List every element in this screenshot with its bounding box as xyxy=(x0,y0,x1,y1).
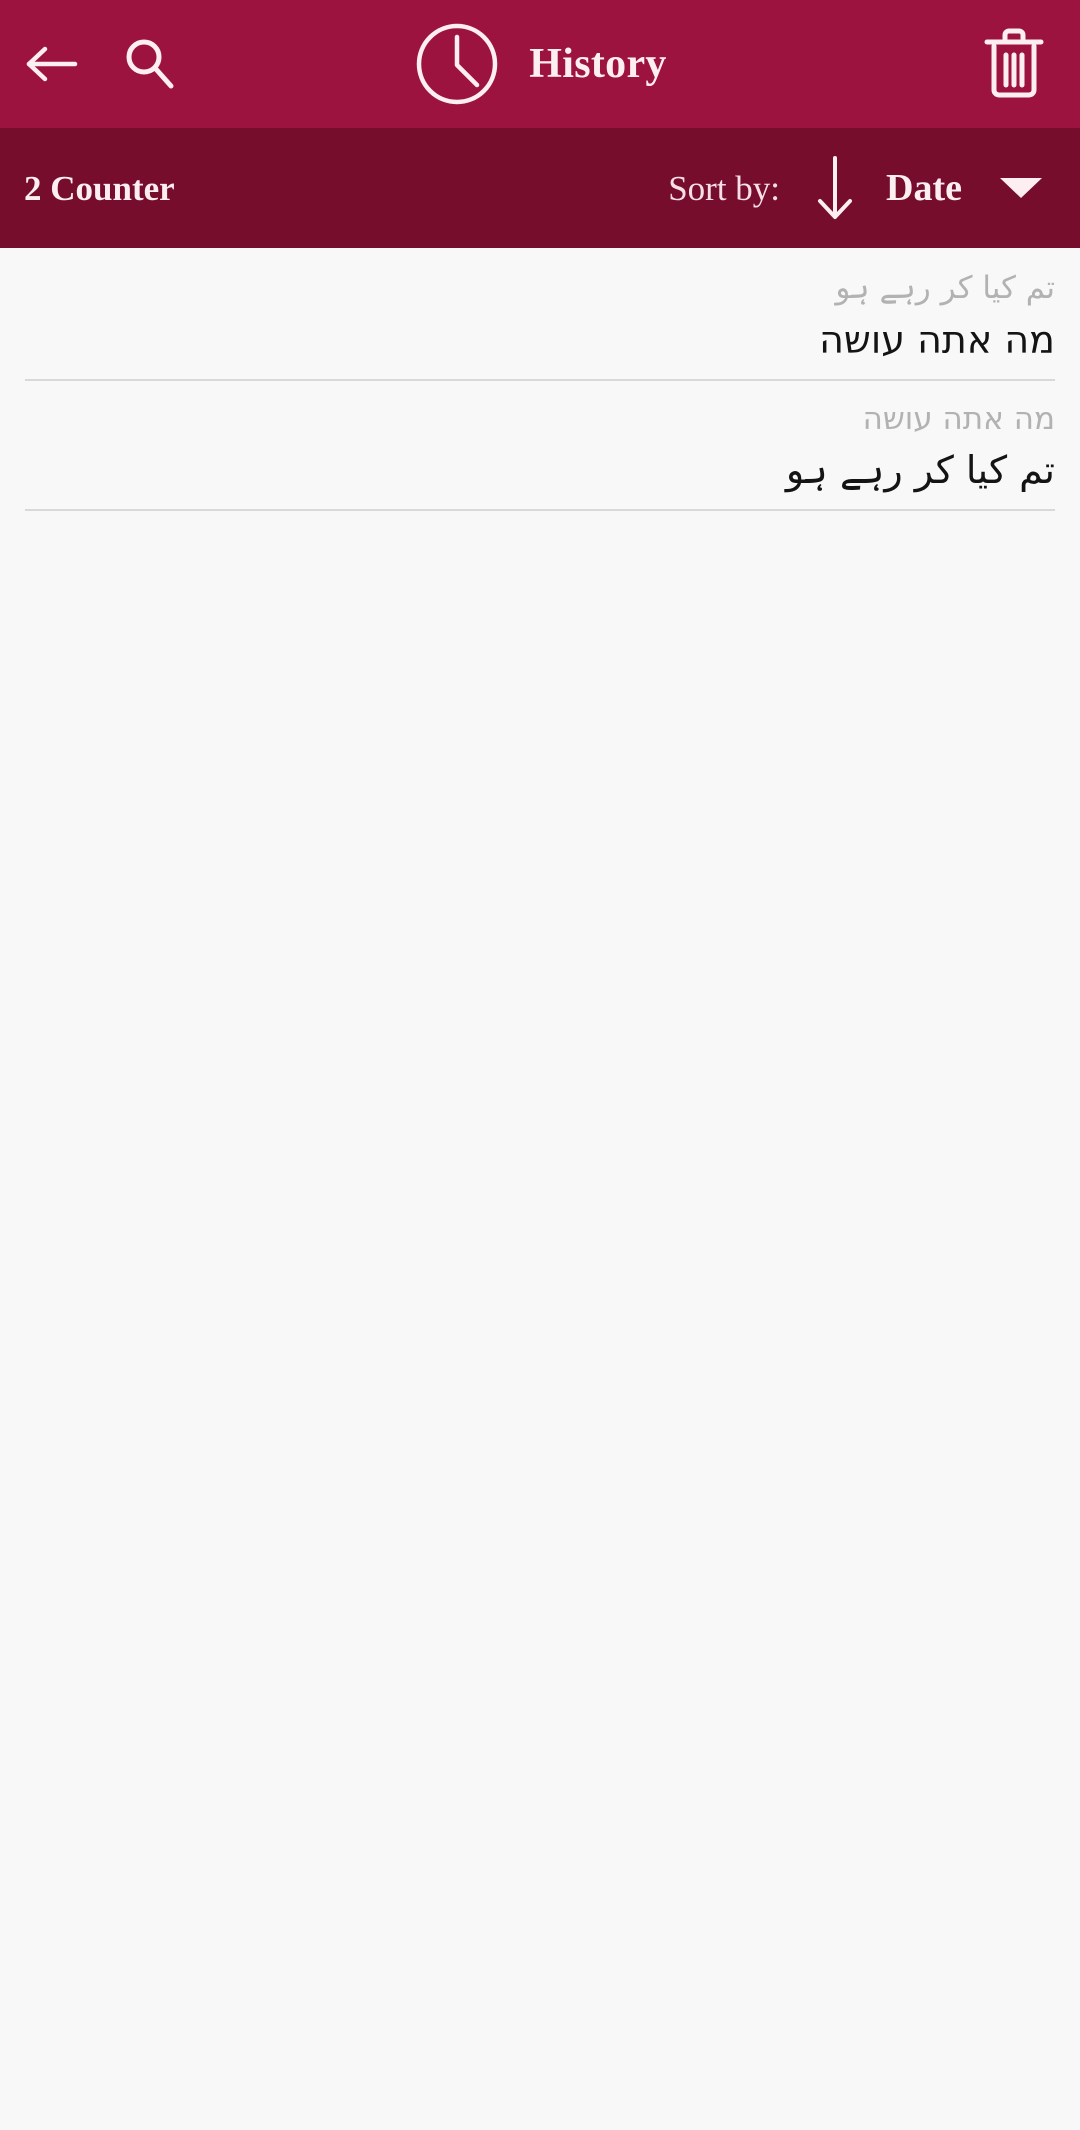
trash-icon xyxy=(984,28,1044,98)
delete-all-button[interactable] xyxy=(962,0,1066,128)
search-icon xyxy=(126,39,174,89)
sort-bar: 2 Counter Sort by: Date xyxy=(0,128,1080,248)
sort-by-label: Sort by: xyxy=(668,168,781,208)
history-list-empty-area xyxy=(0,511,1080,2130)
chevron-down-icon xyxy=(1000,178,1042,198)
history-counter-label: 2 Counter xyxy=(24,168,175,208)
app-bar: History xyxy=(0,0,1080,128)
sort-control-group[interactable]: Sort by: Date xyxy=(668,128,1080,248)
back-button[interactable] xyxy=(6,0,96,128)
search-button[interactable] xyxy=(106,0,192,128)
history-item-source-text: تم کیا کر رہے ہو xyxy=(835,270,1055,306)
clock-icon xyxy=(417,23,498,105)
arrow-left-icon xyxy=(26,46,78,82)
page-title: History xyxy=(529,41,667,87)
list-divider xyxy=(25,509,1055,512)
history-list: تم کیا کر رہے ہو מה אתה עושה מה אתה עושה… xyxy=(0,248,1080,2130)
sort-dropdown-button[interactable] xyxy=(962,128,1080,248)
arrow-down-icon[interactable] xyxy=(804,150,866,226)
history-list-item[interactable]: تم کیا کر رہے ہو מה אתה עושה xyxy=(0,250,1080,381)
history-item-source-text: מה אתה עושה xyxy=(862,400,1055,437)
history-item-translated-text: מה אתה עושה xyxy=(819,317,1055,362)
history-item-translated-text: تم کیا کر رہے ہو xyxy=(785,448,1055,493)
history-list-item[interactable]: מה אתה עושה تم کیا کر رہے ہو xyxy=(0,381,1080,512)
sort-field-value[interactable]: Date xyxy=(886,169,962,207)
